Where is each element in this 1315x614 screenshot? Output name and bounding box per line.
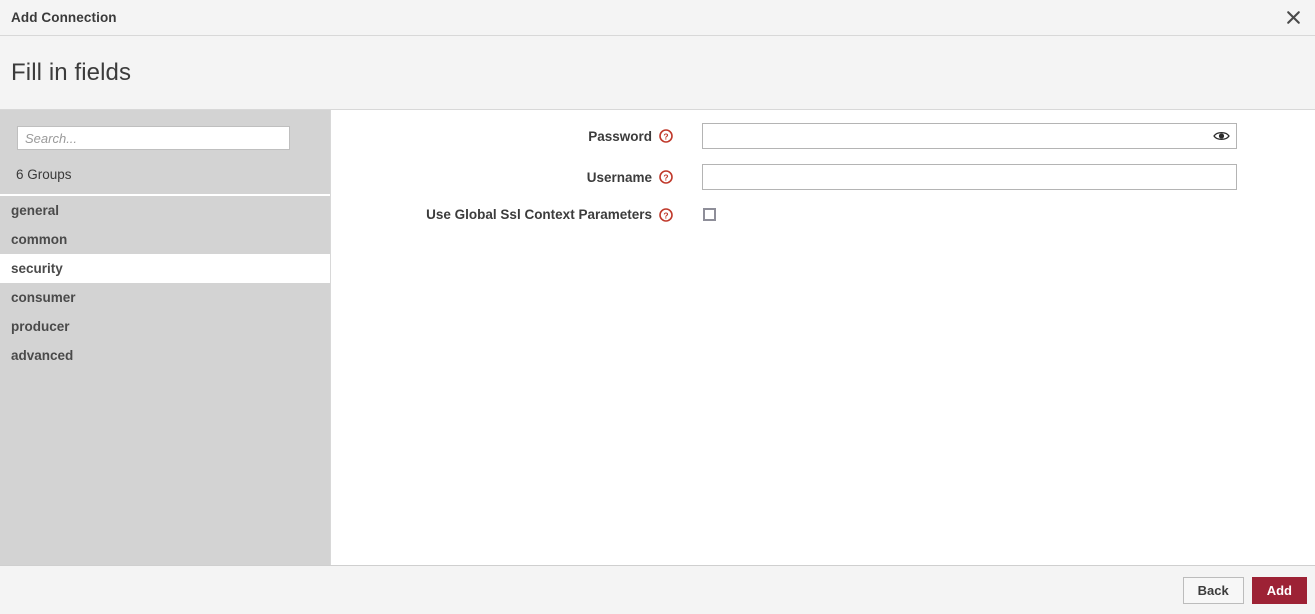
dialog-body: 6 Groups general common security consume…: [0, 110, 1315, 565]
password-label: Password: [331, 129, 652, 144]
search-input[interactable]: [17, 126, 290, 150]
sidebar-item-security[interactable]: security: [0, 254, 330, 283]
password-input[interactable]: [702, 123, 1237, 149]
dialog-footer: Back Add: [0, 565, 1315, 614]
eye-icon[interactable]: [1213, 129, 1230, 143]
window-titlebar: Add Connection: [0, 0, 1315, 36]
add-connection-dialog: Add Connection Fill in fields 6 Groups g…: [0, 0, 1315, 614]
username-input[interactable]: [702, 164, 1237, 190]
groups-sidebar: 6 Groups general common security consume…: [0, 110, 330, 565]
add-button[interactable]: Add: [1252, 577, 1307, 604]
use-global-ssl-context-parameters-label: Use Global Ssl Context Parameters: [331, 207, 652, 222]
form-row-use-global-ssl-context-parameters: Use Global Ssl Context Parameters ?: [331, 207, 1315, 222]
groups-count-label: 6 Groups: [16, 167, 330, 182]
form-row-password: Password ?: [331, 123, 1315, 149]
svg-text:?: ?: [663, 172, 668, 182]
fields-form: Password ?: [330, 110, 1315, 565]
page-heading-bar: Fill in fields: [0, 36, 1315, 110]
page-title: Fill in fields: [11, 59, 131, 87]
sidebar-item-general[interactable]: general: [0, 196, 330, 225]
sidebar-item-common[interactable]: common: [0, 225, 330, 254]
sidebar-item-consumer[interactable]: consumer: [0, 283, 330, 312]
search-container: [0, 110, 330, 150]
help-circle-icon[interactable]: ?: [659, 129, 673, 143]
window-title: Add Connection: [11, 10, 117, 25]
svg-text:?: ?: [663, 210, 668, 220]
sidebar-item-advanced[interactable]: advanced: [0, 341, 330, 370]
back-button[interactable]: Back: [1183, 577, 1244, 604]
username-label: Username: [331, 170, 652, 185]
svg-text:?: ?: [663, 131, 668, 141]
form-row-username: Username ?: [331, 164, 1315, 190]
help-circle-icon[interactable]: ?: [659, 208, 673, 222]
username-field-wrap: [702, 164, 1237, 190]
help-circle-icon[interactable]: ?: [659, 170, 673, 184]
sidebar-item-producer[interactable]: producer: [0, 312, 330, 341]
use-global-ssl-context-parameters-checkbox[interactable]: [703, 208, 716, 221]
password-field-wrap: [702, 123, 1237, 149]
close-icon[interactable]: [1279, 4, 1307, 32]
group-list: general common security consumer produce…: [0, 196, 330, 370]
